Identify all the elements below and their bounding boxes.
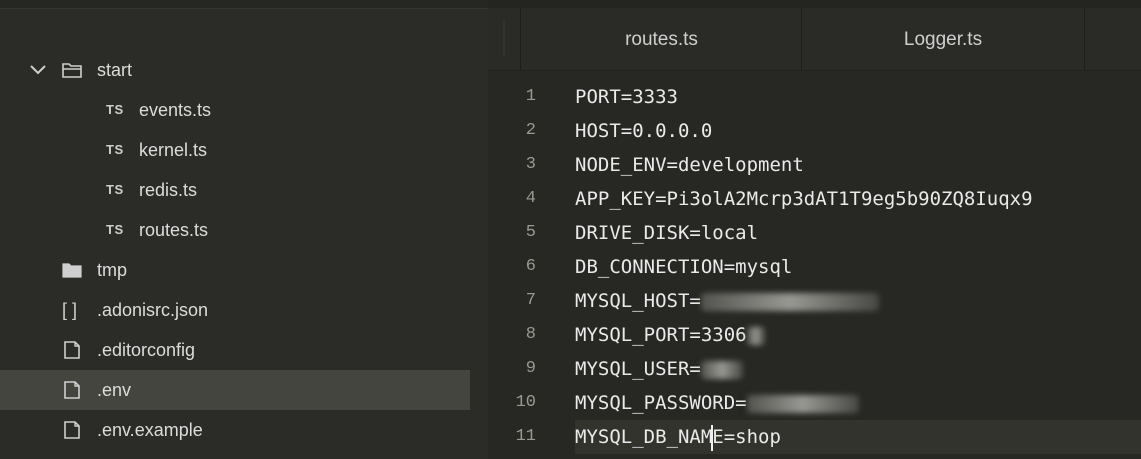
code-line: 3 NODE_ENV=development (488, 148, 1141, 182)
line-number: 5 (525, 223, 536, 242)
code-line: 7 MYSQL_HOST= (488, 284, 1141, 318)
sidebar-top-strip (0, 0, 488, 9)
line-text[interactable]: MYSQL_HOST= (575, 284, 1141, 318)
line-text[interactable]: HOST=0.0.0.0 (575, 114, 1141, 148)
line-text[interactable]: PORT=3333 (575, 80, 1141, 114)
line-number: 9 (525, 359, 536, 378)
line-text[interactable]: MYSQL_PASSWORD= (575, 386, 1141, 420)
tab-routes-ts[interactable]: routes.ts (520, 8, 802, 70)
chevron-down-icon[interactable] (28, 50, 48, 90)
code-line-current: 11 MYSQL_DB_NAME=shop (488, 420, 1141, 454)
line-text-visible: MYSQL_PASSWORD= (575, 392, 747, 414)
typescript-file-icon: TS (106, 222, 124, 237)
file-explorer-sidebar: start TS events.ts TS kernel.ts TS redis… (0, 0, 488, 459)
tree-item-label: events.ts (139, 100, 212, 120)
redacted-blur (700, 292, 879, 311)
line-number: 1 (525, 87, 536, 106)
file-tree: start TS events.ts TS kernel.ts TS redis… (0, 50, 488, 450)
typescript-file-icon: TS (106, 102, 124, 117)
tree-item-label: tmp (97, 260, 128, 280)
redacted-blur (746, 394, 859, 413)
tree-item-label: .adonisrc.json (97, 300, 209, 320)
tree-item-env-example[interactable]: .env.example (0, 410, 470, 450)
code-line: 8 MYSQL_PORT=3306 (488, 318, 1141, 352)
line-text[interactable]: APP_KEY=Pi3olA2Mcrp3dAT1T9eg5b90ZQ8Iuqx9 (575, 182, 1141, 216)
line-number: 6 (525, 257, 536, 276)
code-line: 6 DB_CONNECTION=mysql (488, 250, 1141, 284)
file-icon (63, 370, 81, 410)
folder-icon (62, 250, 82, 290)
code-area[interactable]: 1 PORT=3333 2 HOST=0.0.0.0 3 NODE_ENV=de… (488, 80, 1141, 454)
tree-item-events-ts[interactable]: TS events.ts (0, 90, 470, 130)
tree-item-label: kernel.ts (139, 140, 208, 160)
line-text[interactable]: MYSQL_DB_NAME=shop (575, 420, 1141, 454)
tree-item-label: .editorconfig (97, 340, 196, 360)
line-text[interactable]: DB_CONNECTION=mysql (575, 250, 1141, 284)
line-number: 10 (515, 393, 536, 412)
tree-item-label: start (97, 60, 133, 80)
redacted-blur (746, 326, 765, 345)
line-text[interactable]: DRIVE_DISK=local (575, 216, 1141, 250)
code-line: 9 MYSQL_USER= (488, 352, 1141, 386)
redacted-blur (700, 360, 743, 379)
tab-logger-ts[interactable]: Logger.ts (801, 8, 1085, 70)
typescript-file-icon: TS (106, 142, 124, 157)
tree-item-routes-ts[interactable]: TS routes.ts (0, 210, 470, 250)
line-number: 8 (525, 325, 536, 344)
code-line: 5 DRIVE_DISK=local (488, 216, 1141, 250)
code-line: 2 HOST=0.0.0.0 (488, 114, 1141, 148)
line-number: 7 (525, 291, 536, 310)
code-line: 10 MYSQL_PASSWORD= (488, 386, 1141, 420)
tree-item-label: redis.ts (139, 180, 198, 200)
tree-item-editorconfig[interactable]: .editorconfig (0, 330, 470, 370)
file-icon (63, 410, 81, 450)
file-icon (63, 330, 81, 370)
tree-item-label: .env (97, 380, 132, 400)
tab-scroll-left-icon[interactable] (488, 8, 520, 70)
typescript-file-icon: TS (106, 182, 124, 197)
folder-open-icon (62, 50, 82, 90)
line-text-after-cursor: E=shop (712, 426, 781, 448)
line-text-visible: MYSQL_HOST= (575, 290, 701, 312)
line-text[interactable]: MYSQL_PORT=3306 (575, 318, 1141, 352)
tree-item-adonisrc-json[interactable]: [ ] .adonisrc.json (0, 290, 470, 330)
line-text-visible: MYSQL_USER= (575, 358, 701, 380)
tree-item-label: routes.ts (139, 220, 209, 240)
tab-bar: routes.ts Logger.ts (488, 8, 1141, 71)
code-line: 4 APP_KEY=Pi3olA2Mcrp3dAT1T9eg5b90ZQ8Iuq… (488, 182, 1141, 216)
tree-item-redis-ts[interactable]: TS redis.ts (0, 170, 470, 210)
tree-item-tmp[interactable]: tmp (0, 250, 470, 290)
line-number: 4 (525, 189, 536, 208)
code-line: 1 PORT=3333 (488, 80, 1141, 114)
line-text-before-cursor: MYSQL_DB_NAM (575, 426, 713, 448)
line-text-visible: MYSQL_PORT=3306 (575, 324, 747, 346)
tree-item-start[interactable]: start (0, 50, 470, 90)
line-number: 3 (525, 155, 536, 174)
tree-item-env[interactable]: .env (0, 370, 470, 410)
line-text[interactable]: MYSQL_USER= (575, 352, 1141, 386)
line-text[interactable]: NODE_ENV=development (575, 148, 1141, 182)
line-number: 2 (525, 121, 536, 140)
tree-item-label: .env.example (97, 420, 203, 440)
json-file-icon: [ ] (62, 300, 78, 320)
line-number: 11 (515, 427, 536, 446)
code-editor: routes.ts Logger.ts 1 PORT=3333 2 HOST=0… (488, 0, 1141, 459)
tree-item-kernel-ts[interactable]: TS kernel.ts (0, 130, 470, 170)
